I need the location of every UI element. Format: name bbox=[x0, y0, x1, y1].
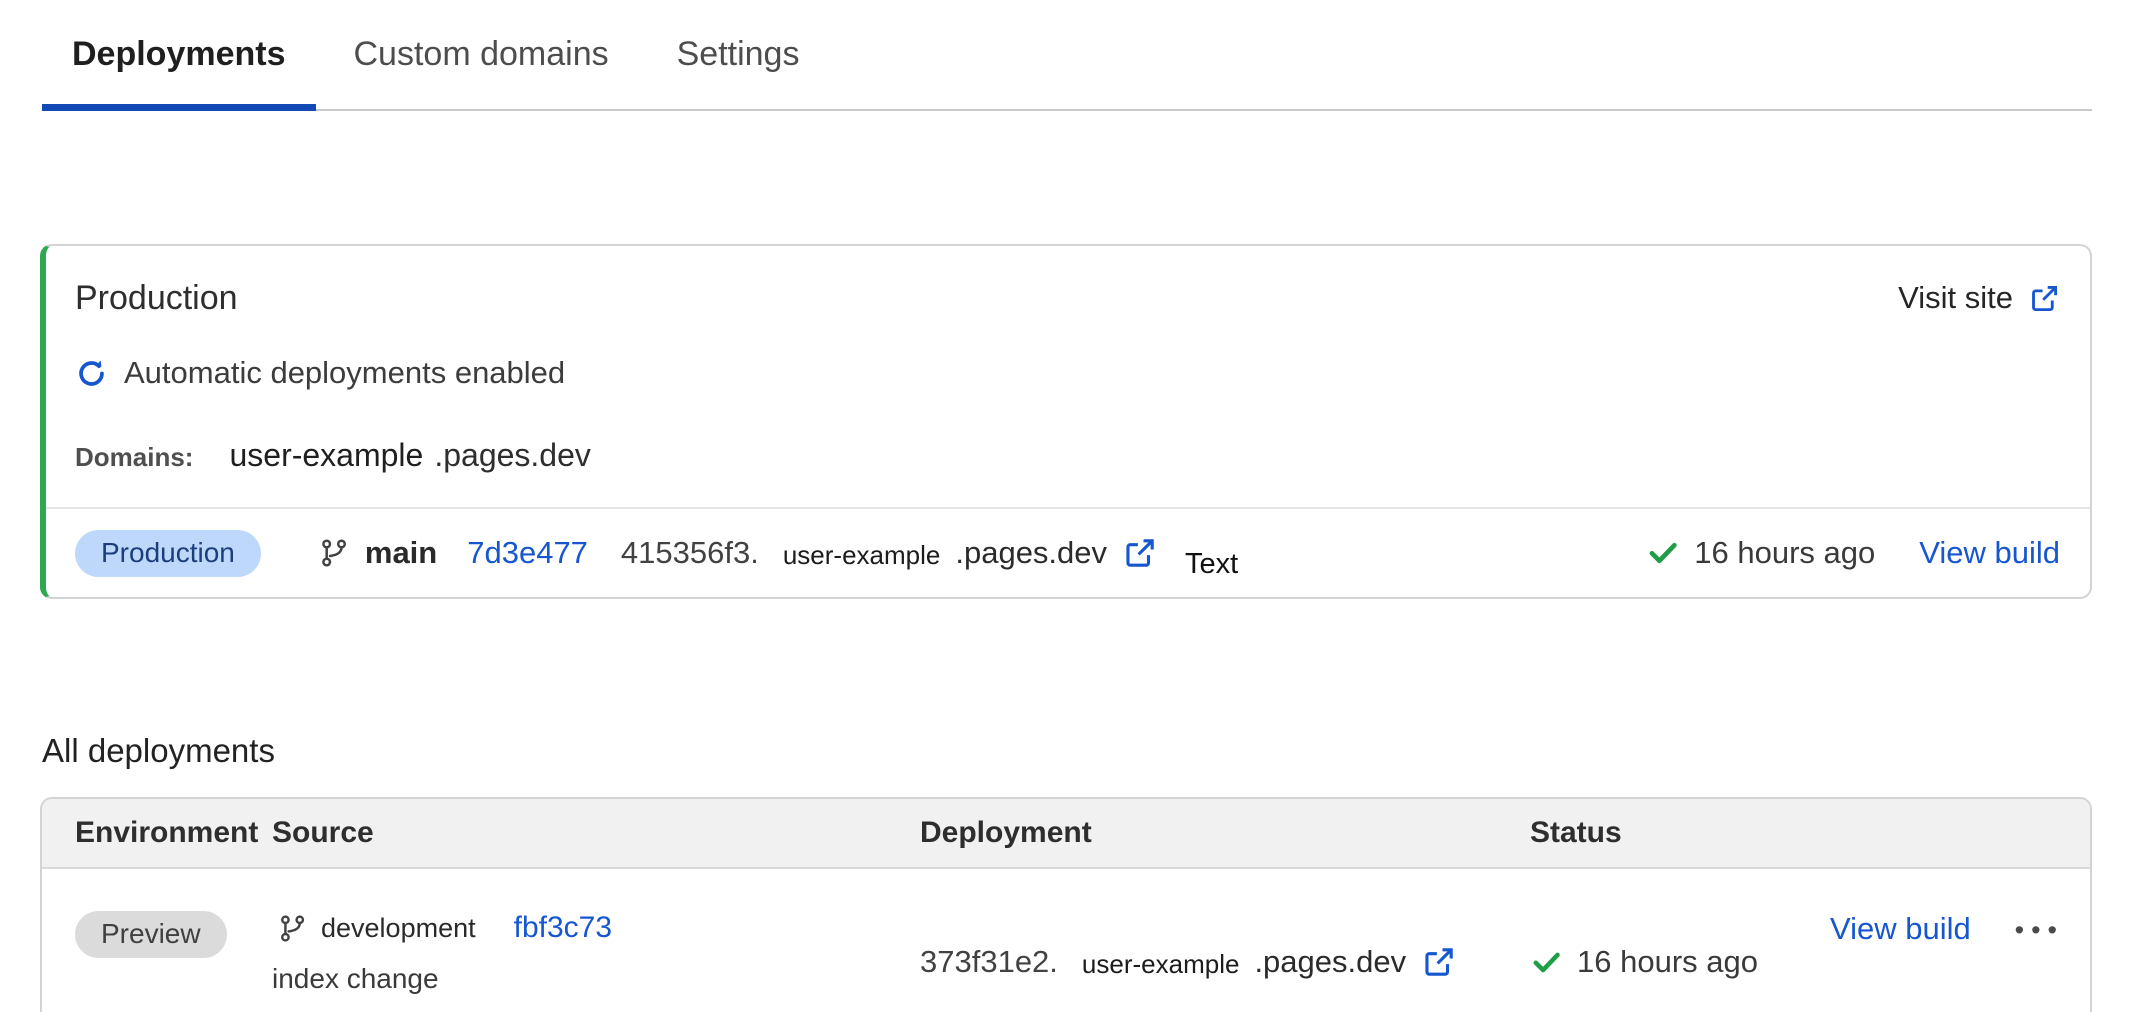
domain-suffix: .pages.dev bbox=[434, 437, 591, 474]
more-options-button[interactable]: ••• bbox=[2015, 911, 2064, 949]
domain-host: user-example bbox=[229, 437, 423, 474]
view-build-link[interactable]: View build bbox=[1830, 911, 1971, 947]
production-card: Production Visit site Automa bbox=[40, 244, 2092, 599]
table-header-row: Environment Source Deployment Status bbox=[42, 799, 2090, 869]
deployment-time: 16 hours ago bbox=[1694, 535, 1875, 571]
deployment-suffix: .pages.dev bbox=[955, 535, 1107, 571]
column-header-deployment: Deployment bbox=[920, 816, 1530, 850]
refresh-icon bbox=[75, 357, 108, 390]
domains-row: Domains: user-example .pages.dev bbox=[46, 437, 2090, 474]
external-link-icon bbox=[2029, 283, 2060, 314]
git-branch-icon bbox=[319, 538, 349, 568]
all-deployments-heading: All deployments bbox=[42, 734, 2132, 767]
column-header-source: Source bbox=[272, 816, 920, 850]
commit-hash-link[interactable]: 7d3e477 bbox=[467, 535, 588, 571]
tab-bar: Deployments Custom domains Settings bbox=[42, 0, 2092, 111]
table-row: Preview development fbf3c73 bbox=[42, 869, 2090, 1012]
visit-site-link[interactable]: Visit site bbox=[1898, 280, 2060, 316]
deployment-host: user-example bbox=[783, 540, 941, 571]
deployment-id: 415356f3. bbox=[621, 535, 759, 571]
status-cell: 16 hours ago bbox=[1530, 911, 1830, 1012]
environment-badge: Production bbox=[75, 530, 261, 577]
production-card-title: Production bbox=[75, 281, 238, 315]
open-deployment-link-icon[interactable] bbox=[1422, 945, 1456, 979]
success-check-icon bbox=[1646, 536, 1680, 570]
deployment-id: 373f31e2. bbox=[920, 944, 1058, 980]
tab-custom-domains[interactable]: Custom domains bbox=[324, 0, 639, 111]
environment-badge: Preview bbox=[75, 911, 227, 958]
commit-message: index change bbox=[272, 963, 920, 995]
git-branch-icon bbox=[278, 914, 307, 943]
source-cell: development fbf3c73 index change bbox=[272, 911, 920, 1012]
auto-deployments-status: Automatic deployments enabled bbox=[46, 356, 2090, 390]
visit-site-label: Visit site bbox=[1898, 280, 2013, 316]
success-check-icon bbox=[1530, 946, 1563, 979]
domains-label: Domains: bbox=[75, 442, 193, 473]
view-build-link[interactable]: View build bbox=[1919, 535, 2060, 571]
commit-hash-link[interactable]: fbf3c73 bbox=[514, 911, 612, 945]
pages-project-view: Deployments Custom domains Settings Prod… bbox=[0, 0, 2132, 1012]
production-card-header: Production Visit site bbox=[46, 246, 2090, 316]
environment-cell: Preview bbox=[75, 911, 272, 1012]
tab-deployments[interactable]: Deployments bbox=[42, 0, 316, 111]
production-deployment-status: 16 hours ago View build bbox=[1646, 535, 2060, 571]
tab-settings[interactable]: Settings bbox=[647, 0, 830, 111]
production-deployment-row: Production main 7d3e477 415356f3. user-e… bbox=[46, 509, 2090, 597]
column-header-status: Status bbox=[1530, 816, 1830, 850]
branch-name: development bbox=[321, 913, 476, 944]
deployment-host: user-example bbox=[1082, 949, 1240, 980]
production-deployment-details: Production main 7d3e477 415356f3. user-e… bbox=[75, 526, 1238, 581]
branch-name: main bbox=[365, 535, 437, 571]
auto-deployments-text: Automatic deployments enabled bbox=[124, 356, 565, 390]
deployment-cell: 373f31e2. user-example .pages.dev bbox=[920, 911, 1530, 1012]
deployment-time: 16 hours ago bbox=[1577, 944, 1758, 980]
deployments-table: Environment Source Deployment Status Pre… bbox=[40, 797, 2092, 1012]
actions-cell: View build ••• bbox=[1830, 911, 2090, 1012]
deployment-suffix: .pages.dev bbox=[1254, 944, 1406, 980]
column-header-environment: Environment bbox=[75, 816, 272, 850]
note-label: Text bbox=[1185, 548, 1238, 581]
open-deployment-link-icon[interactable] bbox=[1123, 536, 1157, 570]
